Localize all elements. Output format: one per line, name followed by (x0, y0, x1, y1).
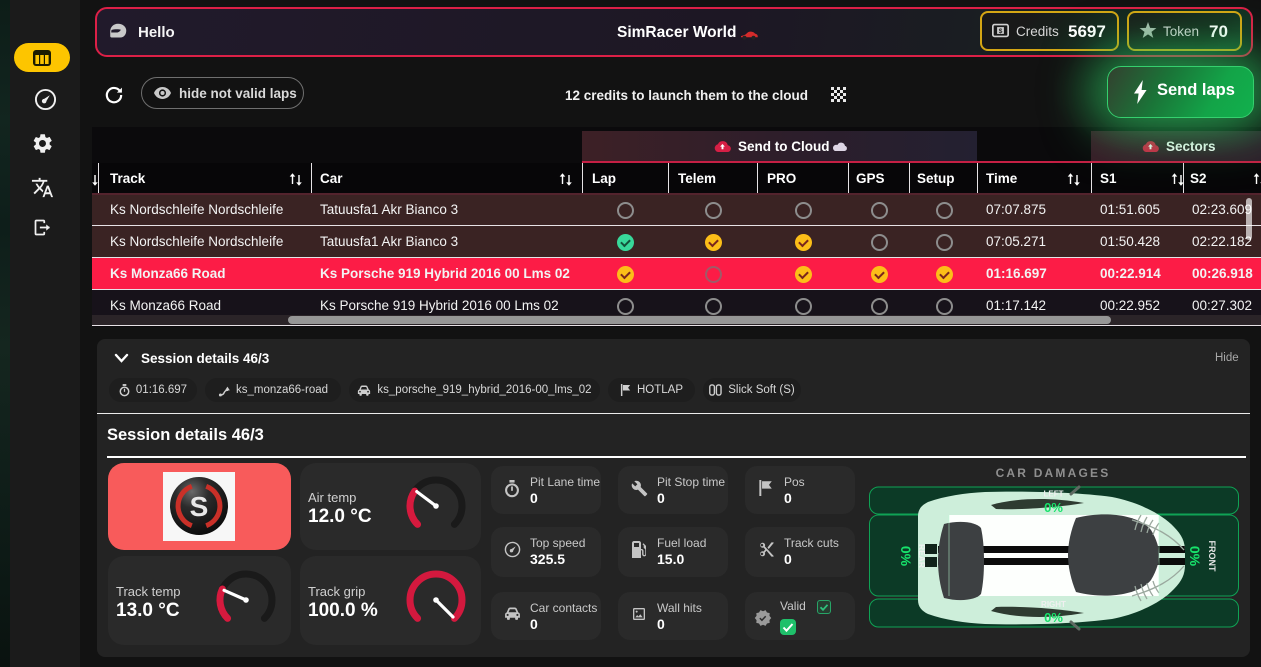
svg-text:RIGHT: RIGHT (1041, 600, 1066, 609)
svg-text:FRONT: FRONT (1207, 541, 1217, 572)
svg-text:0%: 0% (1044, 610, 1063, 625)
svg-text:LEFT: LEFT (1044, 490, 1064, 499)
svg-text:CAR DAMAGES: CAR DAMAGES (996, 466, 1111, 480)
svg-text:S: S (190, 491, 209, 522)
svg-text:0%: 0% (1044, 500, 1063, 515)
svg-text:REAR: REAR (917, 544, 927, 568)
svg-text:$: $ (999, 28, 1003, 35)
svg-text:0%: 0% (1187, 546, 1203, 567)
svg-text:0%: 0% (898, 546, 914, 567)
